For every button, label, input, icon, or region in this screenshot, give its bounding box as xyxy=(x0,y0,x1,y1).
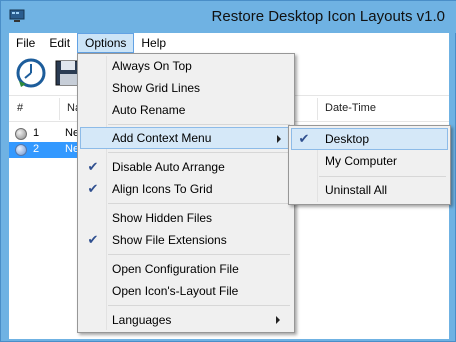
submenu-item-my-computer[interactable]: My Computer xyxy=(291,150,448,172)
menu-item-open-icons-layout-file[interactable]: Open Icon's-Layout File xyxy=(80,280,292,302)
row-number: 2 xyxy=(33,143,40,155)
menu-item-label: Open Configuration File xyxy=(112,262,239,276)
menu-separator xyxy=(108,305,290,306)
menu-item-label: Uninstall All xyxy=(325,183,388,197)
column-date-time[interactable]: Date-Time xyxy=(325,102,376,114)
checkmark-icon: ✔ xyxy=(87,232,99,247)
row-number: 1 xyxy=(33,127,40,139)
menu-item-label: My Computer xyxy=(325,154,398,168)
layout-status-icon xyxy=(15,144,27,156)
menu-item-always-on-top[interactable]: Always On Top xyxy=(80,55,292,77)
menu-item-show-file-extensions[interactable]: ✔ Show File Extensions xyxy=(80,229,292,251)
submenu-item-uninstall-all[interactable]: Uninstall All xyxy=(291,179,448,201)
app-window: Restore Desktop Icon Layouts v1.0 File E… xyxy=(0,0,456,342)
menu-file[interactable]: File xyxy=(9,33,42,53)
submenu-arrow-icon xyxy=(277,135,281,143)
column-number[interactable]: # xyxy=(17,102,23,114)
submenu-arrow-icon xyxy=(276,316,280,324)
menu-item-disable-auto-arrange[interactable]: ✔ Disable Auto Arrange xyxy=(80,156,292,178)
checkmark-icon: ✔ xyxy=(87,159,99,174)
menu-item-label: Show File Extensions xyxy=(112,233,227,247)
restore-layout-button[interactable] xyxy=(15,57,49,89)
menu-item-label: Desktop xyxy=(325,132,370,146)
menu-separator xyxy=(108,203,290,204)
context-submenu: ✔ Desktop My Computer Uninstall All xyxy=(288,125,451,205)
menu-item-label: Show Grid Lines xyxy=(112,81,201,95)
menu-item-open-configuration-file[interactable]: Open Configuration File xyxy=(80,258,292,280)
menu-separator xyxy=(319,176,446,177)
title-bar[interactable]: Restore Desktop Icon Layouts v1.0 xyxy=(1,1,456,33)
menu-separator xyxy=(108,124,290,125)
column-divider[interactable] xyxy=(59,98,60,120)
menu-edit[interactable]: Edit xyxy=(42,33,77,53)
menu-item-align-icons-to-grid[interactable]: ✔ Align Icons To Grid xyxy=(80,178,292,200)
layout-status-icon xyxy=(15,128,27,140)
window-title: Restore Desktop Icon Layouts v1.0 xyxy=(211,8,445,25)
menu-item-label: Auto Rename xyxy=(112,103,186,117)
submenu-item-desktop[interactable]: ✔ Desktop xyxy=(291,128,448,150)
menu-item-label: Always On Top xyxy=(112,59,192,73)
menu-options[interactable]: Options xyxy=(77,33,135,53)
checkmark-icon: ✔ xyxy=(298,131,310,146)
menu-item-label: Disable Auto Arrange xyxy=(112,160,225,174)
menu-item-show-grid-lines[interactable]: Show Grid Lines xyxy=(80,77,292,99)
menu-item-languages[interactable]: Languages xyxy=(80,309,292,331)
menu-item-add-context-menu[interactable]: Add Context Menu xyxy=(80,127,292,149)
menu-item-label: Add Context Menu xyxy=(112,131,212,145)
menu-item-label: Open Icon's-Layout File xyxy=(112,284,239,298)
menu-item-label: Show Hidden Files xyxy=(112,211,213,225)
column-divider[interactable] xyxy=(317,98,318,120)
menu-item-show-hidden-files[interactable]: Show Hidden Files xyxy=(80,207,292,229)
menu-item-label: Languages xyxy=(112,313,172,327)
menu-bar: File Edit Options Help xyxy=(9,33,449,53)
menu-help[interactable]: Help xyxy=(134,33,173,53)
checkmark-icon: ✔ xyxy=(87,181,99,196)
menu-item-label: Align Icons To Grid xyxy=(112,182,213,196)
menu-separator xyxy=(108,254,290,255)
menu-separator xyxy=(108,152,290,153)
options-menu: Always On Top Show Grid Lines Auto Renam… xyxy=(77,53,295,333)
restore-clock-icon xyxy=(16,58,46,88)
menu-item-auto-rename[interactable]: Auto Rename xyxy=(80,99,292,121)
